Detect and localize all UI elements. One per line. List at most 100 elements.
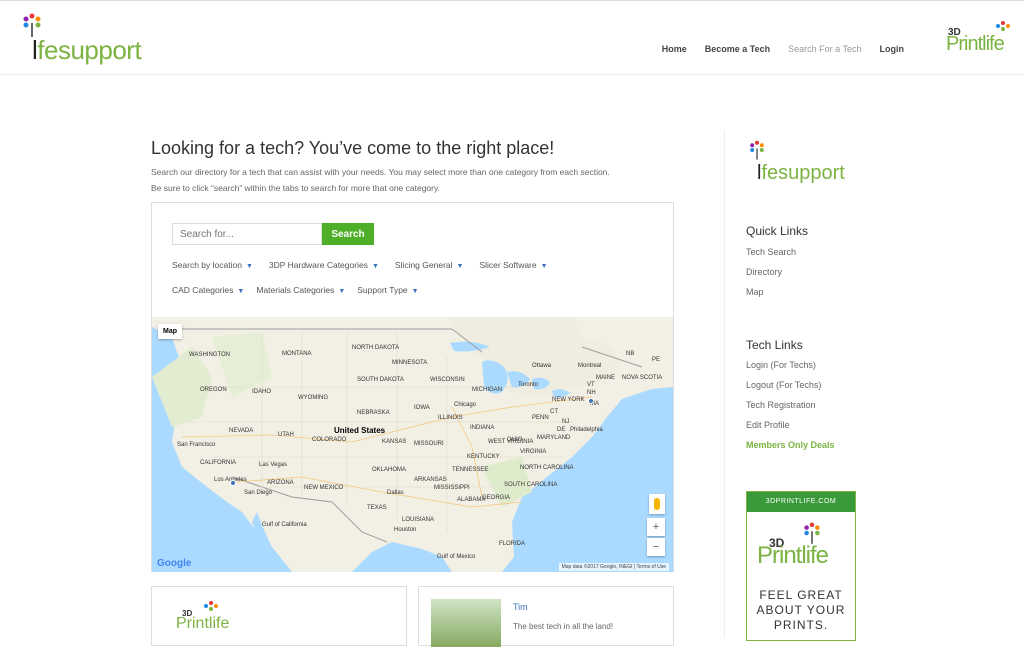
chevron-down-icon: ▼	[540, 263, 548, 270]
search-row: Search	[172, 223, 374, 245]
link-map[interactable]: Map	[746, 282, 796, 302]
tech-links-title: Tech Links	[746, 338, 803, 352]
link-login-techs[interactable]: Login (For Techs)	[746, 355, 835, 375]
map-label: NJ	[562, 419, 570, 425]
map-label: NEVADA	[229, 428, 254, 434]
zoom-in-button[interactable]: +	[647, 518, 665, 536]
map-label: MISSOURI	[414, 441, 444, 447]
tech-location-marker[interactable]	[230, 480, 236, 486]
map-label: OKLAHOMA	[372, 467, 407, 473]
link-logout-techs[interactable]: Logout (For Techs)	[746, 375, 835, 395]
quick-links-title: Quick Links	[746, 224, 809, 238]
street-view-pegman-icon[interactable]	[649, 494, 665, 514]
flower-icon	[750, 140, 764, 160]
filter-slicer-software[interactable]: Slicer Software ▼	[479, 260, 547, 270]
map-label: TENNESSEE	[452, 467, 489, 473]
map-label: San Francisco	[177, 442, 216, 448]
map-label: TEXAS	[367, 505, 387, 511]
map-label: CALIFORNIA	[200, 460, 237, 466]
map-label: MINNESOTA	[392, 360, 428, 366]
tech-location-marker[interactable]	[588, 398, 594, 404]
map-label: NOVA SCOTIA	[622, 375, 663, 381]
map-label: LOUISIANA	[402, 517, 435, 523]
tech-card[interactable]: 3D Printlife	[151, 586, 407, 646]
chevron-down-icon: ▼	[371, 263, 379, 270]
map-label: NH	[587, 390, 596, 396]
map-label: ARKANSAS	[414, 477, 447, 483]
filter-cad[interactable]: CAD Categories ▼	[172, 285, 244, 295]
filters-row-2: CAD Categories ▼ Materials Categories ▼ Su…	[172, 285, 652, 295]
printlife-ad-banner[interactable]: 3DPRINTLIFE.COM 3D Printlife FEEL GREAT A…	[746, 491, 856, 641]
search-input[interactable]	[172, 223, 322, 245]
filter-location[interactable]: Search by location ▼	[172, 260, 253, 270]
map-label: WYOMING	[298, 395, 328, 401]
map-label: VT	[587, 382, 595, 388]
map-label: Dallas	[387, 490, 404, 496]
printlife-logo-text: Printlife	[946, 33, 1005, 55]
intro-text: Search our directory for a tech that can…	[151, 167, 610, 193]
map-attribution[interactable]: Map data ©2017 Google, INEGI | Terms of …	[558, 563, 669, 571]
printlife-logo[interactable]: 3D Printlife	[944, 21, 1014, 59]
link-edit-profile[interactable]: Edit Profile	[746, 415, 835, 435]
map-label: ARIZONA	[267, 480, 294, 486]
link-members-only-deals[interactable]: Members Only Deals	[746, 435, 835, 455]
map-label: NEW YORK	[552, 397, 585, 403]
chevron-down-icon: ▼	[456, 263, 464, 270]
map-label: San Diego	[244, 490, 273, 496]
map-label: Gulf of Mexico	[437, 554, 476, 560]
ad-header: 3DPRINTLIFE.COM	[747, 492, 855, 512]
tech-name[interactable]: Tim	[513, 602, 528, 612]
sidebar: lfesupport Quick Links Tech Search Direc…	[724, 130, 1024, 641]
map-label: VIRGINIA	[520, 449, 547, 455]
nav-home[interactable]: Home	[662, 44, 687, 54]
site-header: lfesupport Home Become a Tech Search For…	[0, 1, 1024, 75]
tech-links-list: Login (For Techs) Logout (For Techs) Tec…	[746, 355, 835, 455]
google-logo: Google	[157, 558, 192, 569]
map-label: PENN	[532, 415, 549, 421]
filter-slicing-general[interactable]: Slicing General ▼	[395, 260, 464, 270]
printlife-logo-text: Printlife	[176, 615, 230, 632]
map-label: MICHIGAN	[472, 387, 502, 393]
tech-card[interactable]: Tim The best tech in all the land!	[418, 586, 674, 647]
map-label: Toronto	[518, 382, 539, 388]
nav-search-for-a-tech[interactable]: Search For a Tech	[788, 44, 861, 54]
map-label: KENTUCKY	[467, 454, 500, 460]
main-content: Looking for a tech? You’ve come to the r…	[151, 138, 676, 196]
map-type-button[interactable]: Map	[158, 324, 182, 339]
map-label: INDIANA	[470, 425, 495, 431]
map-label: ILLINOIS	[438, 415, 463, 421]
filter-3dp-hardware[interactable]: 3DP Hardware Categories ▼	[269, 260, 379, 270]
nav-login[interactable]: Login	[880, 44, 905, 54]
map-view[interactable]: Map + − Google Map data ©2017 Google, IN…	[152, 317, 673, 572]
map-label: MARYLAND	[537, 435, 571, 441]
link-tech-search[interactable]: Tech Search	[746, 242, 796, 262]
link-tech-registration[interactable]: Tech Registration	[746, 395, 835, 415]
nav-become-a-tech[interactable]: Become a Tech	[705, 44, 770, 54]
map-label: IDAHO	[252, 389, 272, 395]
chevron-down-icon: ▼	[245, 263, 253, 270]
map-label: Ottawa	[532, 363, 552, 369]
map-label: COLORADO	[312, 437, 347, 443]
map-label: IOWA	[414, 405, 430, 411]
link-directory[interactable]: Directory	[746, 262, 796, 282]
map-label: DE	[557, 427, 566, 433]
filter-materials[interactable]: Materials Categories ▼	[256, 285, 345, 295]
ad-printlife-logo: 3D Printlife	[757, 522, 847, 576]
map-label: Chicago	[454, 402, 477, 408]
tech-description: The best tech in all the land!	[513, 622, 614, 631]
map-label: KANSAS	[382, 439, 407, 445]
flower-icon	[204, 601, 218, 611]
filter-support-type[interactable]: Support Type ▼	[357, 285, 418, 295]
search-button[interactable]: Search	[322, 223, 374, 245]
map-label: NORTH DAKOTA	[352, 345, 400, 351]
filters-row-1: Search by location ▼ 3DP Hardware Categor…	[172, 260, 652, 270]
ad-tagline: FEEL GREAT ABOUT YOUR PRINTS.	[756, 588, 846, 632]
flower-icon	[804, 522, 820, 544]
map-label: OREGON	[200, 387, 227, 393]
map-label: NORTH CAROLINA	[520, 465, 574, 471]
tech-avatar	[431, 599, 501, 647]
map-label: UTAH	[278, 432, 294, 438]
zoom-out-button[interactable]: −	[647, 538, 665, 556]
map-label: CT	[550, 409, 558, 415]
map-label: PE	[652, 357, 661, 363]
